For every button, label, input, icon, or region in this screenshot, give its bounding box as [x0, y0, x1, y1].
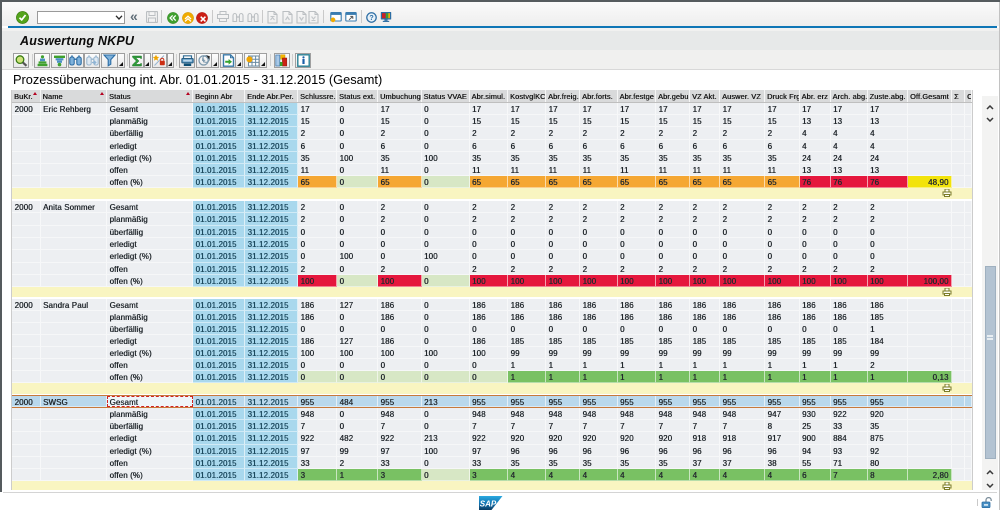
svg-text:SAP: SAP — [480, 499, 497, 508]
svg-text:?: ? — [369, 14, 373, 21]
